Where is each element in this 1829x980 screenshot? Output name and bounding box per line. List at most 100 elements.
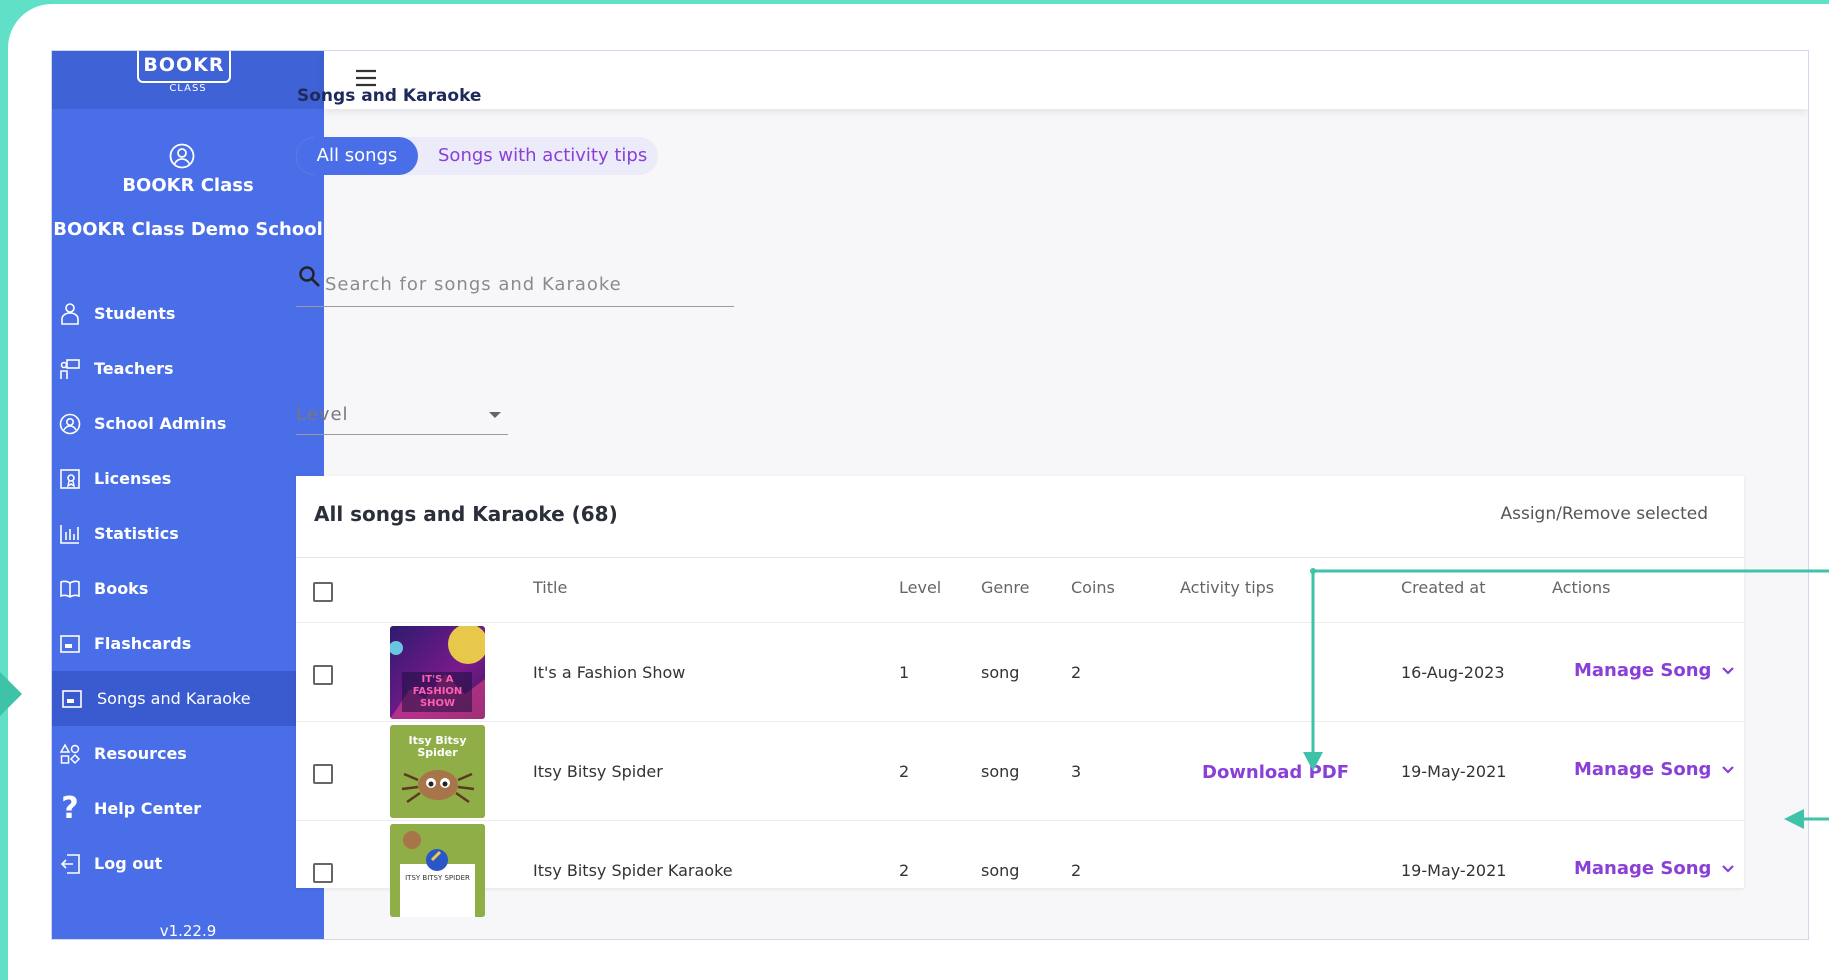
annotation-marker [0,672,22,716]
sidebar-item-label: Licenses [94,469,172,488]
sidebar-item-label: Resources [94,744,187,763]
license-icon [57,466,83,492]
song-thumbnail[interactable]: Itsy Bitsy Spider [390,725,485,818]
table-row: IT'S A FASHION SHOW It's a Fashion Show … [296,622,1744,722]
download-pdf-link[interactable]: Download PDF [1202,762,1349,783]
song-filter-tabs: All songs Songs with activity tips [296,137,658,175]
sidebar-item-licenses[interactable]: Licenses [52,451,324,506]
sidebar-item-label: Flashcards [94,634,192,653]
book-icon [57,576,83,602]
songs-table: All songs and Karaoke (68) Assign/Remove… [296,476,1744,917]
sidebar-item-flashcards[interactable]: Flashcards [52,616,324,671]
sidebar-item-log-out[interactable]: Log out [52,836,324,891]
students-icon [57,301,83,327]
sidebar: BOOKR CLASS BOOKR Class BOOKR Class Demo… [52,51,324,939]
song-created-at: 16-Aug-2023 [1401,663,1505,682]
chevron-down-icon [1722,666,1735,675]
user-icon [169,143,195,169]
sidebar-item-school-admins[interactable]: School Admins [52,396,324,451]
sidebar-item-label: Students [94,304,176,323]
version-label: v1.22.9 [159,922,217,940]
header-activity-tips[interactable]: Activity tips [1180,578,1274,597]
chevron-down-icon [1722,864,1735,873]
song-title[interactable]: It's a Fashion Show [533,663,685,682]
manage-song-label: Manage Song [1574,858,1712,879]
sidebar-item-songs-and-karaoke[interactable]: Songs and Karaoke [52,671,324,726]
row-checkbox[interactable] [313,863,333,883]
logo-subtitle: CLASS [169,83,207,94]
table-divider [296,557,1744,558]
sidebar-item-books[interactable]: Books [52,561,324,616]
search-input[interactable] [323,273,727,296]
song-title[interactable]: Itsy Bitsy Spider [533,762,663,781]
song-title[interactable]: Itsy Bitsy Spider Karaoke [533,861,733,880]
song-created-at: 19-May-2021 [1401,861,1507,880]
table-title: All songs and Karaoke (68) [314,502,618,526]
thumbnail-caption: IT'S A FASHION SHOW [412,674,463,709]
thumbnail-caption: ITSY BITSY SPIDER [405,874,470,882]
header-title[interactable]: Title [533,578,567,597]
tab-songs-with-tips[interactable]: Songs with activity tips [438,137,647,175]
level-select-label: Level [296,404,349,425]
song-genre: song [981,861,1020,880]
header-created-at[interactable]: Created at [1401,578,1485,597]
manage-song-button[interactable]: Manage Song [1574,858,1735,879]
sidebar-item-help-center[interactable]: ? Help Center [52,781,324,836]
teachers-icon [57,356,83,382]
sidebar-item-label: Teachers [94,359,174,378]
help-icon: ? [61,791,79,826]
song-thumbnail[interactable]: ITSY BITSY SPIDER [390,824,485,917]
thumbnail-caption: Itsy Bitsy Spider [408,734,467,759]
row-checkbox[interactable] [313,764,333,784]
sidebar-item-label: Books [94,579,149,598]
song-created-at: 19-May-2021 [1401,762,1507,781]
song-coins: 2 [1071,663,1082,682]
top-bar [324,51,1808,109]
logout-icon [57,851,83,877]
header-genre[interactable]: Genre [981,578,1029,597]
sidebar-item-label: Songs and Karaoke [97,689,251,708]
level-select[interactable]: Level [296,398,508,435]
song-genre: song [981,663,1020,682]
logo[interactable]: BOOKR [137,51,231,83]
tab-all-songs[interactable]: All songs [296,137,418,175]
page-title: Songs and Karaoke [297,86,482,106]
manage-song-button[interactable]: Manage Song [1574,660,1735,681]
sidebar-item-resources[interactable]: Resources [52,726,324,781]
sidebar-item-label: School Admins [94,414,227,433]
caret-down-icon [489,412,501,418]
sidebar-item-label: Help Center [94,799,202,818]
search-icon [299,266,320,287]
header-coins[interactable]: Coins [1071,578,1115,597]
assign-remove-button[interactable]: Assign/Remove selected [1500,504,1708,524]
song-genre: song [981,762,1020,781]
song-coins: 3 [1071,762,1082,781]
song-thumbnail[interactable]: IT'S A FASHION SHOW [390,626,485,719]
song-level: 2 [899,762,910,781]
song-level: 2 [899,861,910,880]
logo-bar: BOOKR CLASS [52,51,324,109]
sidebar-item-teachers[interactable]: Teachers [52,341,324,396]
admin-icon [57,411,83,437]
table-row: Itsy Bitsy Spider Itsy Bitsy Spider 2 so… [296,721,1744,821]
search-field [296,265,734,307]
sidebar-item-statistics[interactable]: Statistics [52,506,324,561]
manage-song-label: Manage Song [1574,759,1712,780]
manage-song-button[interactable]: Manage Song [1574,759,1735,780]
song-coins: 2 [1071,861,1082,880]
chevron-down-icon [1722,765,1735,774]
manage-song-label: Manage Song [1574,660,1712,681]
song-level: 1 [899,663,910,682]
school-name: BOOKR Class Demo School [53,219,323,240]
header-actions: Actions [1552,578,1611,597]
user-name: BOOKR Class [122,175,254,196]
sidebar-item-students[interactable]: Students [52,286,324,341]
select-all-checkbox[interactable] [313,582,333,602]
row-checkbox[interactable] [313,665,333,685]
sidebar-item-label: Log out [94,854,163,873]
header-level[interactable]: Level [899,578,941,597]
resources-icon [57,741,83,767]
songs-icon [59,686,85,712]
spider-karaoke-cover [390,824,485,917]
table-row: ITSY BITSY SPIDER Itsy Bitsy Spider Kara… [296,820,1744,920]
